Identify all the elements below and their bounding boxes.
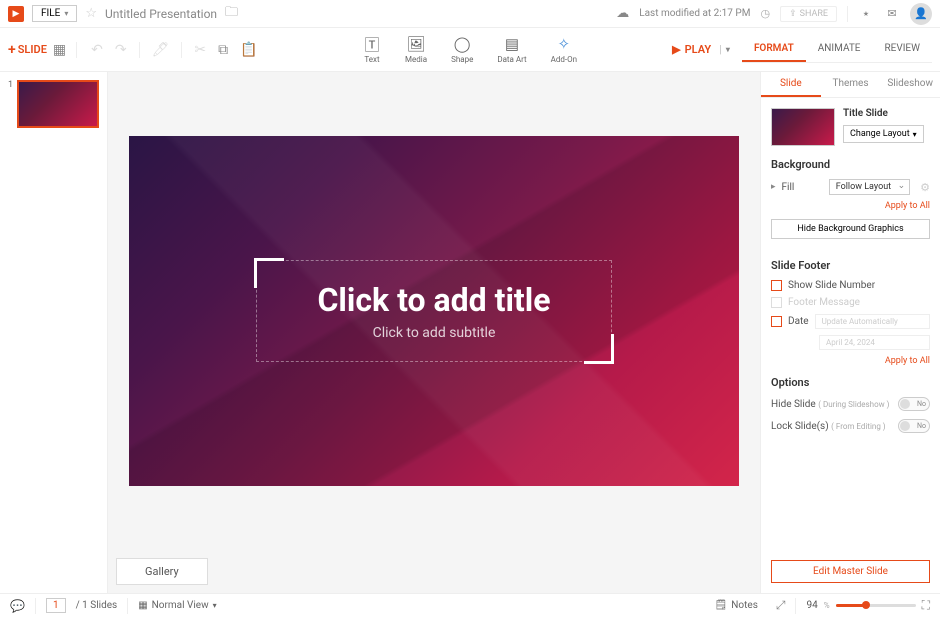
slide-thumbnail[interactable]: [17, 80, 99, 128]
undo-icon: ↶: [91, 42, 103, 58]
change-layout-button[interactable]: Change Layout▾: [843, 125, 924, 143]
footer-apply-to-all-link[interactable]: Apply to All: [771, 356, 930, 366]
background-header: Background: [771, 158, 930, 171]
footer-message-checkbox[interactable]: [771, 297, 782, 308]
zoom-value: 94: [806, 600, 817, 611]
layout-preview-thumb: [771, 108, 835, 146]
last-modified-text: Last modified at 2:17 PM: [639, 8, 750, 19]
messages-icon[interactable]: ✉: [884, 6, 900, 22]
show-slide-number-checkbox[interactable]: [771, 280, 782, 291]
slide-subtitle-placeholder[interactable]: Click to add subtitle: [317, 325, 550, 341]
thumb-number: 1: [8, 80, 13, 128]
file-menu-button[interactable]: FILE▾: [32, 5, 77, 22]
share-button[interactable]: ⇪SHARE: [780, 6, 837, 22]
fill-settings-icon[interactable]: ⚙: [920, 181, 930, 194]
redo-icon: ↷: [115, 42, 127, 58]
insert-text-button[interactable]: 🅃Text: [363, 35, 381, 64]
insert-shape-button[interactable]: ◯Shape: [451, 35, 473, 64]
apply-to-all-link[interactable]: Apply to All: [771, 201, 930, 211]
date-checkbox[interactable]: [771, 316, 782, 327]
folder-icon[interactable]: 🗀: [225, 3, 238, 25]
current-page[interactable]: 1: [46, 598, 66, 613]
edit-master-slide-button[interactable]: Edit Master Slide: [771, 560, 930, 583]
slide-title-placeholder[interactable]: Click to add title: [317, 281, 550, 319]
tab-animate[interactable]: ANIMATE: [806, 37, 873, 62]
expand-fill-icon[interactable]: ▸: [771, 182, 776, 192]
comments-icon[interactable]: 💬: [10, 599, 25, 613]
zoom-slider[interactable]: [836, 604, 916, 607]
insert-addon-button[interactable]: ✧Add-On: [551, 35, 577, 64]
notes-button[interactable]: 🗒Notes: [715, 600, 758, 611]
tab-format[interactable]: FORMAT: [742, 37, 806, 62]
tab-review[interactable]: REVIEW: [873, 37, 933, 62]
slide-canvas[interactable]: Click to add title Click to add subtitle: [129, 136, 739, 486]
favorite-star-icon[interactable]: ☆: [85, 6, 97, 21]
date-mode-select[interactable]: Update Automatically: [815, 314, 930, 329]
layout-name: Title Slide: [843, 108, 930, 119]
slide-footer-header: Slide Footer: [771, 259, 930, 272]
format-painter-icon: 🖊: [152, 42, 170, 58]
subtab-slideshow[interactable]: Slideshow: [880, 72, 940, 97]
options-header: Options: [771, 376, 930, 389]
title-text-frame[interactable]: Click to add title Click to add subtitle: [256, 260, 611, 362]
cut-icon: ✂: [194, 42, 206, 58]
presentation-title[interactable]: Untitled Presentation: [105, 7, 217, 21]
grid-icon: ▦: [138, 600, 147, 611]
gallery-button[interactable]: Gallery: [116, 558, 208, 585]
paste-icon[interactable]: 📋: [240, 42, 257, 58]
dataart-icon: ▤: [503, 35, 521, 53]
lock-slide-toggle[interactable]: No: [898, 419, 930, 433]
insert-media-button[interactable]: 🖼Media: [405, 35, 427, 64]
text-icon: 🅃: [363, 35, 381, 53]
date-value-select[interactable]: April 24, 2024: [819, 335, 930, 350]
user-avatar[interactable]: 👤: [910, 3, 932, 25]
view-mode-select[interactable]: ▦Normal View▾: [138, 600, 216, 611]
subtab-slide[interactable]: Slide: [761, 72, 821, 97]
shape-icon: ◯: [453, 35, 471, 53]
add-slide-button[interactable]: +SLIDE: [8, 42, 47, 58]
fit-screen-icon[interactable]: ⛶: [922, 598, 930, 613]
app-icon: ▶: [8, 6, 24, 22]
hide-background-graphics-button[interactable]: Hide Background Graphics: [771, 219, 930, 239]
page-total: / 1 Slides: [76, 600, 118, 611]
cloud-sync-icon: ☁: [616, 6, 629, 21]
play-button[interactable]: ▶PLAY|▾: [672, 43, 730, 56]
fill-label: Fill: [782, 182, 823, 193]
addon-icon: ✧: [555, 35, 573, 53]
insert-dataart-button[interactable]: ▤Data Art: [497, 35, 526, 64]
slide-thumbnails-panel: 1: [0, 72, 108, 593]
notes-icon: 🗒: [715, 600, 728, 611]
copy-icon[interactable]: ⧉: [218, 42, 228, 58]
subtab-themes[interactable]: Themes: [821, 72, 881, 97]
hide-slide-toggle[interactable]: No: [898, 397, 930, 411]
history-icon[interactable]: ◷: [760, 7, 770, 20]
fill-select[interactable]: Follow Layout: [829, 179, 910, 195]
notifications-icon[interactable]: ⭑: [858, 6, 874, 22]
pin-panel-icon[interactable]: ⤢: [776, 598, 786, 613]
media-icon: 🖼: [407, 35, 425, 53]
layout-picker-icon[interactable]: ▦: [53, 42, 66, 58]
